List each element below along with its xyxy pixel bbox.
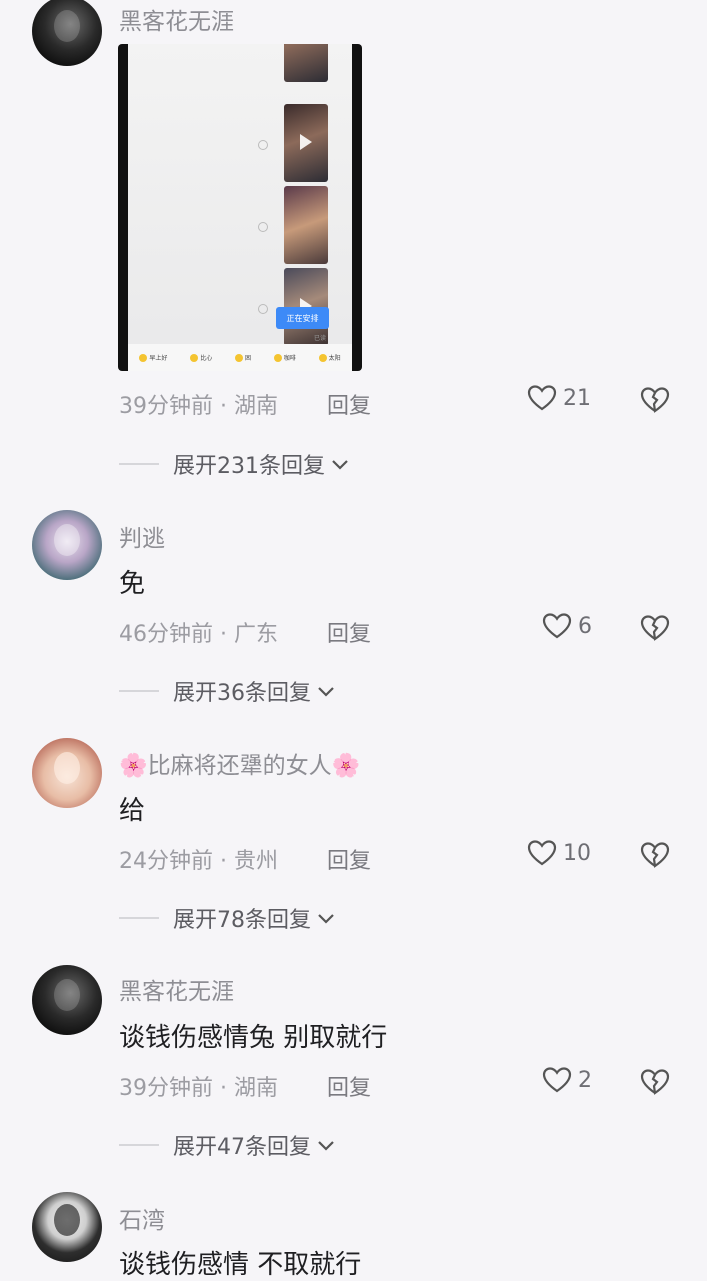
broken-heart-icon[interactable] — [640, 1068, 670, 1096]
reply-button[interactable]: 回复 — [327, 388, 371, 420]
heart-outline-icon — [527, 385, 557, 411]
expand-replies-button[interactable]: 展开231条回复 — [119, 448, 349, 480]
like-button[interactable]: 6 — [542, 612, 592, 640]
comment-author[interactable]: 黑客花无涯 — [119, 2, 234, 36]
comment-meta: 39分钟前 · 湖南 — [119, 1076, 278, 1101]
comment-author[interactable]: 🌸比麻将还犟的女人🌸 — [119, 746, 360, 780]
comment-author[interactable]: 判逃 — [119, 519, 165, 553]
like-count: 21 — [563, 385, 591, 411]
comment-image[interactable]: 正在安排 已读 早上好 比心 困 咖啡 太阳 — [118, 44, 362, 371]
like-button[interactable]: 10 — [527, 839, 591, 867]
reply-button[interactable]: 回复 — [327, 1070, 371, 1102]
expand-replies-button[interactable]: 展开78条回复 — [119, 902, 335, 934]
broken-heart-icon[interactable] — [640, 841, 670, 869]
like-button[interactable]: 21 — [527, 384, 591, 412]
emoji-bar: 早上好 比心 困 咖啡 太阳 — [128, 344, 352, 371]
chat-bubble: 正在安排 — [276, 307, 329, 329]
expand-replies-button[interactable]: 展开36条回复 — [119, 675, 335, 707]
chevron-down-icon — [318, 914, 334, 924]
broken-heart-icon[interactable] — [640, 386, 670, 414]
like-button[interactable]: 2 — [542, 1066, 592, 1094]
comment-author[interactable]: 石湾 — [119, 1201, 165, 1235]
like-count: 2 — [578, 1067, 592, 1093]
comment-text: 免 — [119, 569, 146, 599]
divider — [119, 1144, 159, 1146]
reply-button[interactable]: 回复 — [327, 616, 371, 648]
divider — [119, 690, 159, 692]
comment-meta: 24分钟前 · 贵州 — [119, 849, 278, 874]
chevron-down-icon — [332, 460, 348, 470]
comment-meta: 46分钟前 · 广东 — [119, 622, 278, 647]
reply-button[interactable]: 回复 — [327, 843, 371, 875]
play-icon — [300, 134, 312, 150]
read-status: 已读 — [314, 335, 327, 342]
divider — [119, 463, 159, 465]
avatar[interactable] — [32, 738, 102, 808]
divider — [119, 917, 159, 919]
video-thumbnail — [284, 104, 328, 182]
like-count: 6 — [578, 613, 592, 639]
heart-outline-icon — [527, 840, 557, 866]
expand-replies-button[interactable]: 展开47条回复 — [119, 1129, 335, 1161]
comment-text: 给 — [119, 796, 146, 826]
avatar[interactable] — [32, 1192, 102, 1262]
heart-outline-icon — [542, 1067, 572, 1093]
comment-text: 谈钱伤感情兔 别取就行 — [119, 1023, 388, 1053]
chevron-down-icon — [318, 687, 334, 697]
heart-outline-icon — [542, 613, 572, 639]
comment-text: 谈钱伤感情 不取就行 — [119, 1250, 362, 1280]
avatar[interactable] — [32, 0, 102, 66]
avatar[interactable] — [32, 510, 102, 580]
chevron-down-icon — [318, 1141, 334, 1151]
like-count: 10 — [563, 840, 591, 866]
comment-author[interactable]: 黑客花无涯 — [119, 972, 234, 1006]
broken-heart-icon[interactable] — [640, 614, 670, 642]
video-thumbnail — [284, 186, 328, 264]
avatar[interactable] — [32, 965, 102, 1035]
comment-meta: 39分钟前 · 湖南 — [119, 394, 278, 419]
